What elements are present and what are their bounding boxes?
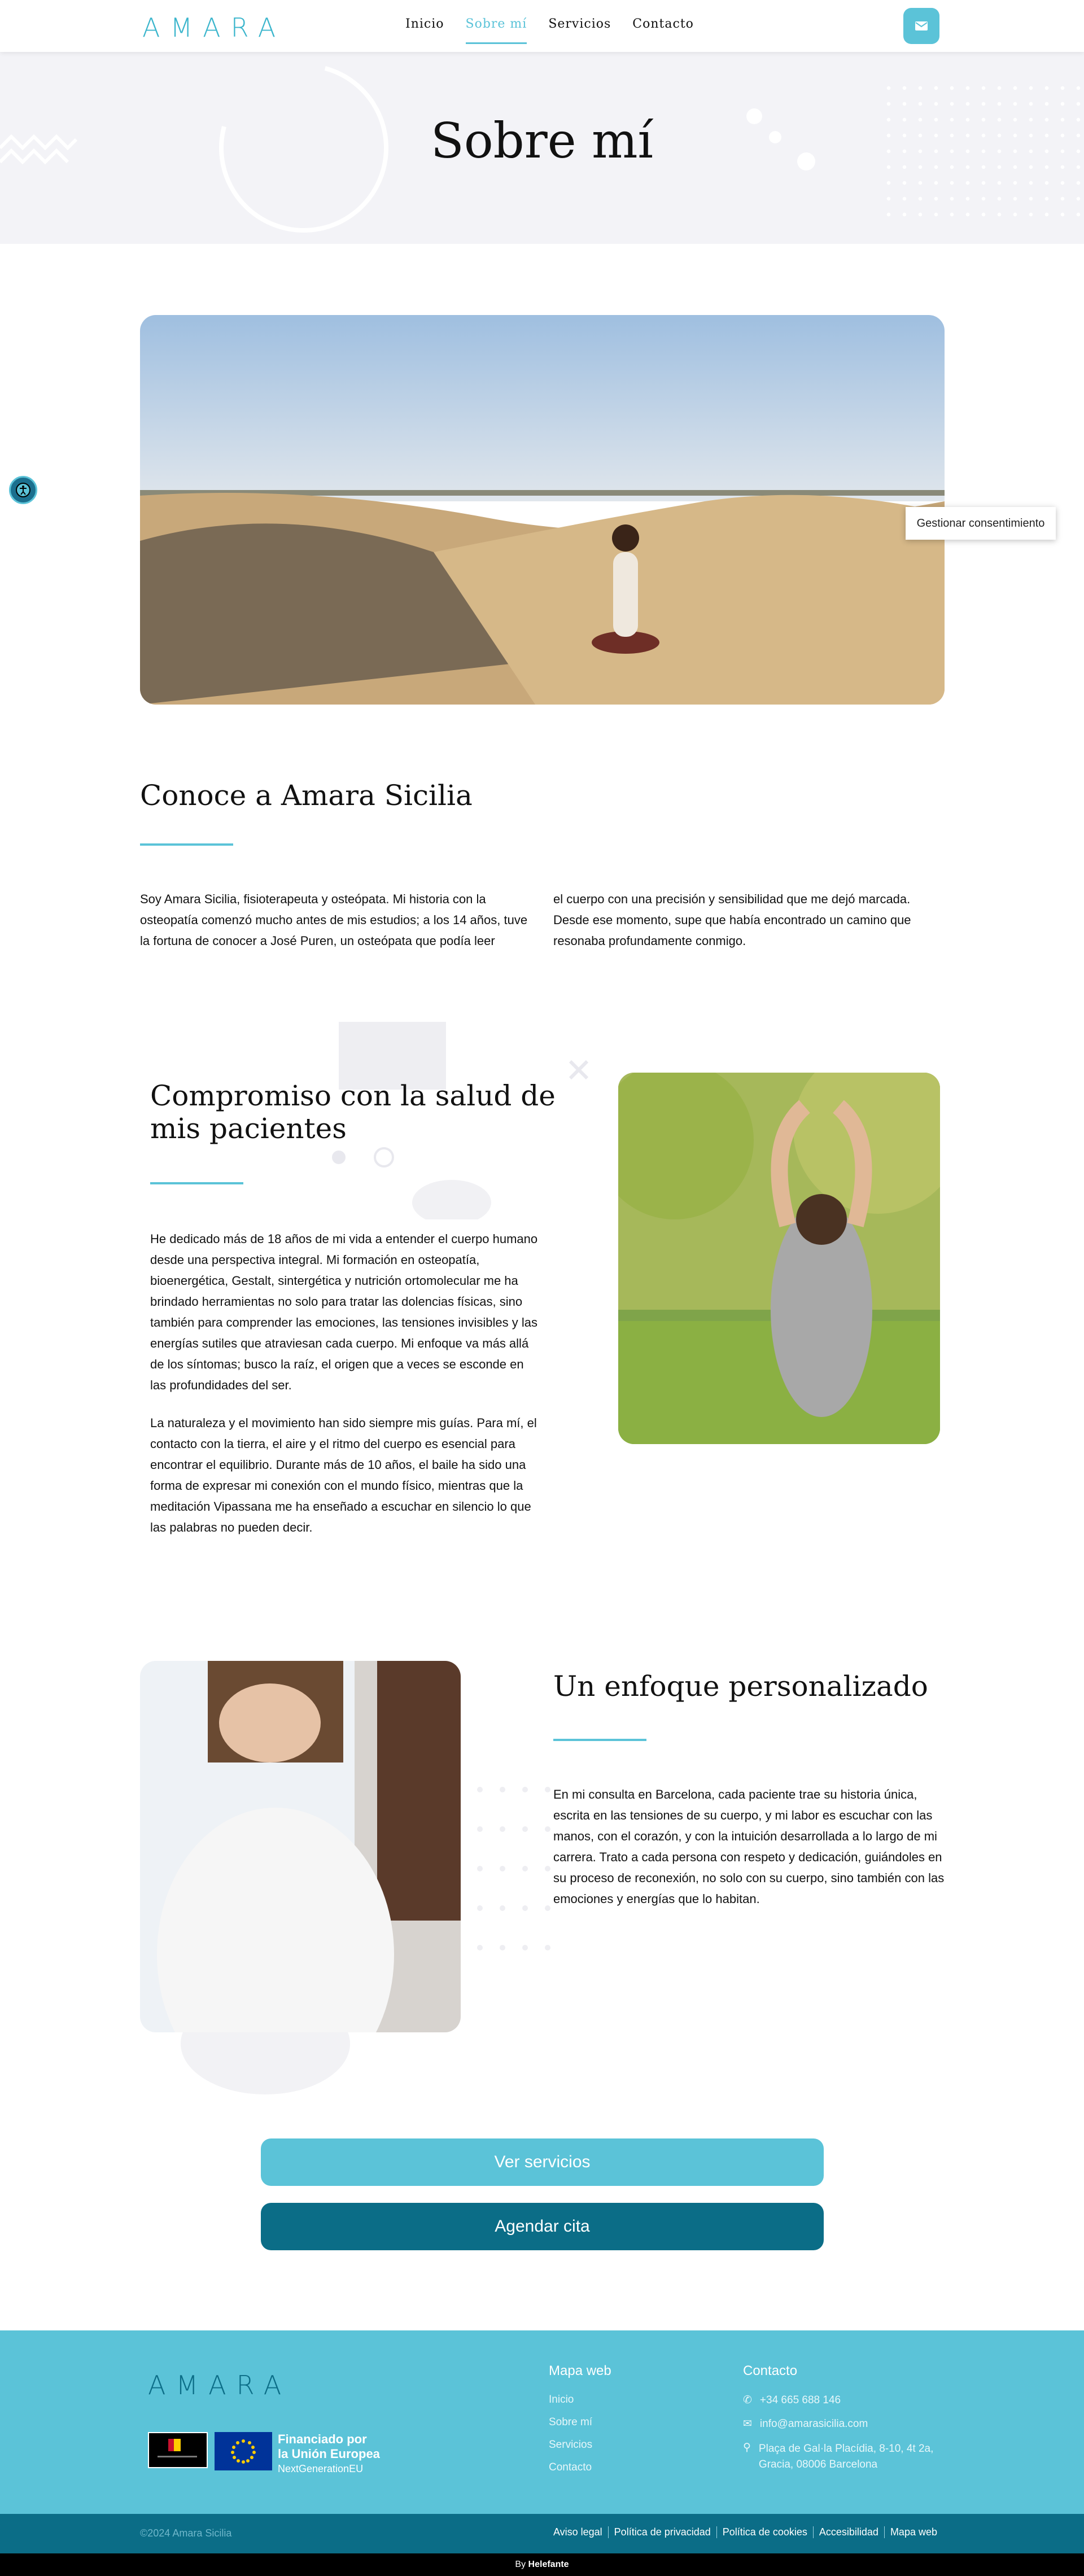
- footer-link-servicios[interactable]: Servicios: [549, 2439, 592, 2451]
- credit-bar: By Helefante: [0, 2553, 1084, 2576]
- recovery-plan-icon: [158, 2439, 197, 2457]
- contact-phone[interactable]: ✆ +34 665 688 146: [743, 2394, 841, 2407]
- consultation-photo: [140, 1661, 461, 2032]
- footer-legal-bar: ©2024 Amara Sicilia Aviso legal Política…: [0, 2514, 1084, 2553]
- funding-line: la Unión Europea: [278, 2447, 380, 2461]
- main-nav: Inicio Sobre mí Servicios Contacto: [405, 17, 694, 44]
- park-stretch-photo: [618, 1073, 940, 1444]
- title-underline: [150, 1182, 243, 1184]
- title-underline: [553, 1739, 646, 1741]
- conoce-paragraph-col2: el cuerpo con una precisión y sensibilid…: [553, 892, 911, 948]
- nav-inicio[interactable]: Inicio: [405, 17, 444, 44]
- map-links: Inicio Sobre mí Servicios Contacto: [549, 2394, 592, 2474]
- phone-icon: ✆: [743, 2394, 752, 2406]
- section-title-enfoque: Un enfoque personalizado: [553, 1670, 928, 1703]
- mail-button[interactable]: [903, 8, 939, 44]
- legal-link-aviso[interactable]: Aviso legal: [548, 2526, 609, 2538]
- view-services-button[interactable]: Ver servicios: [261, 2138, 824, 2186]
- conoce-paragraph-col1: Soy Amara Sicilia, fisioterapeuta y oste…: [140, 892, 528, 948]
- accessibility-button[interactable]: [9, 476, 37, 504]
- footer-link-inicio[interactable]: Inicio: [549, 2394, 592, 2406]
- phone-number: +34 665 688 146: [759, 2394, 841, 2406]
- legal-link-privacidad[interactable]: Política de privacidad: [609, 2526, 717, 2538]
- funding-logo-eu: [215, 2432, 272, 2470]
- credit-link[interactable]: Helefante: [528, 2560, 569, 2570]
- credit-prefix: By: [515, 2560, 528, 2569]
- title-line: Compromiso con la salud de: [150, 1079, 556, 1112]
- footer-link-contacto[interactable]: Contacto: [549, 2461, 592, 2474]
- funding-logo-plan: [148, 2432, 208, 2468]
- legal-links: Aviso legal Política de privacidad Polít…: [548, 2526, 943, 2538]
- location-pin-icon: ⚲: [743, 2442, 751, 2453]
- logo[interactable]: AMARA: [142, 12, 286, 43]
- funding-line: NextGenerationEU: [278, 2463, 364, 2474]
- site-footer: AMARA Financiado por la Unión Europea Ne…: [0, 2330, 1084, 2514]
- email-address: info@amarasicilia.com: [759, 2417, 868, 2430]
- section-title-conoce: Conoce a Amara Sicilia: [140, 779, 473, 812]
- map-title: Mapa web: [549, 2363, 611, 2378]
- copyright: ©2024 Amara Sicilia: [140, 2527, 232, 2539]
- site-header: AMARA Inicio Sobre mí Servicios Contacto: [0, 0, 1084, 52]
- compromiso-paragraph-2: La naturaleza y el movimiento han sido s…: [150, 1416, 537, 1534]
- envelope-icon: ✉: [743, 2418, 752, 2430]
- contact-address: ⚲ Plaça de Gal·la Placídia, 8-10, 4t 2a,…: [743, 2441, 933, 2473]
- nav-sobre-mi[interactable]: Sobre mí: [465, 17, 527, 44]
- consent-button[interactable]: Gestionar consentimiento: [906, 507, 1056, 540]
- legal-link-mapa[interactable]: Mapa web: [885, 2526, 943, 2538]
- book-appointment-button[interactable]: Agendar cita: [261, 2203, 824, 2250]
- compromiso-paragraph-1: He dedicado más de 18 años de mi vida a …: [150, 1232, 538, 1392]
- title-line: mis pacientes: [150, 1112, 347, 1145]
- title-underline: [140, 843, 233, 846]
- funding-text: Financiado por la Unión Europea NextGene…: [278, 2432, 380, 2476]
- accessibility-icon: [16, 483, 30, 497]
- footer-link-sobre-mi[interactable]: Sobre mí: [549, 2416, 592, 2429]
- legal-link-accesibilidad[interactable]: Accesibilidad: [814, 2526, 885, 2538]
- desert-photo: [140, 315, 945, 705]
- nav-servicios[interactable]: Servicios: [548, 17, 611, 44]
- legal-link-cookies[interactable]: Política de cookies: [717, 2526, 814, 2538]
- funding-line: Financiado por: [278, 2432, 367, 2446]
- section-title-compromiso: Compromiso con la salud de mis pacientes: [150, 1079, 556, 1145]
- contact-email[interactable]: ✉ info@amarasicilia.com: [743, 2417, 868, 2430]
- mail-icon: [915, 21, 928, 30]
- contact-title: Contacto: [743, 2363, 798, 2378]
- page-hero: Sobre mí: [0, 52, 1084, 244]
- page-title: Sobre mí: [430, 113, 654, 169]
- address-line: Gracia, 08006 Barcelona: [758, 2459, 878, 2470]
- footer-logo[interactable]: AMARA: [148, 2370, 291, 2400]
- nav-contacto[interactable]: Contacto: [632, 17, 694, 44]
- eu-stars-icon: [231, 2439, 256, 2464]
- enfoque-paragraph: En mi consulta en Barcelona, cada pacien…: [553, 1787, 945, 1906]
- address-line: Plaça de Gal·la Placídia, 8-10, 4t 2a,: [758, 2443, 934, 2455]
